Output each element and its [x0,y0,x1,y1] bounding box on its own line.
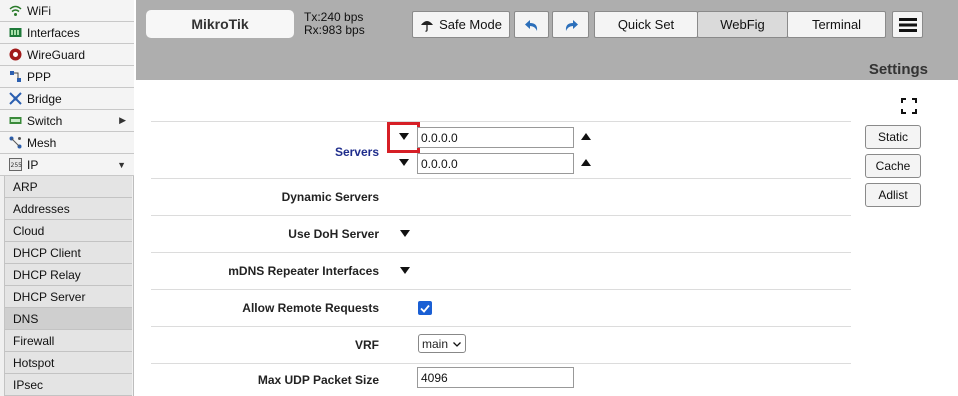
vrf-row: VRF main [151,326,851,363]
sidebar-item-switch[interactable]: Switch ▶ [0,110,134,132]
sidebar-item-wireguard[interactable]: WireGuard [0,44,134,66]
umbrella-icon [420,18,434,32]
sidebar-item-mesh[interactable]: Mesh [0,132,134,154]
wireguard-icon [8,48,22,62]
chevron-down-icon: ▼ [117,159,126,170]
doh-label: Use DoH Server [288,227,379,241]
ppp-icon [8,70,22,84]
fullscreen-icon[interactable] [901,98,917,114]
brand-logo: MikroTik [146,10,294,38]
sidebar-item-label: Interfaces [27,25,80,40]
submenu-item-arp[interactable]: ARP [4,176,132,198]
server2-input[interactable]: 0.0.0.0 [417,153,574,174]
wifi-icon [8,4,22,18]
max-udp-label: Max UDP Packet Size [257,373,379,387]
allow-remote-row: Allow Remote Requests [151,289,851,326]
sidebar-item-label: PPP [27,69,52,84]
submenu-item-ipsec[interactable]: IPsec [4,374,132,396]
sidebar-item-label: Bridge [27,91,62,106]
webfig-button[interactable]: WebFig [697,11,788,38]
servers-row: Servers 0.0.0.0 0.0.0.0 [151,121,851,178]
sidebar-item-label: IP [27,157,39,172]
submenu-item-hotspot[interactable]: Hotspot [4,352,132,374]
submenu-item-addresses[interactable]: Addresses [4,198,132,220]
page-title: Settings [868,61,928,78]
sidebar: WiFi Interfaces WireGuard PPP Bridge Swi… [0,0,134,396]
submenu-item-dhcp-server[interactable]: DHCP Server [4,286,132,308]
interfaces-icon [8,26,22,40]
undo-icon [524,18,540,32]
header-bar: MikroTik Tx:240 bps Rx:983 bps Safe Mode… [136,0,958,90]
undo-button[interactable] [514,11,549,38]
quick-set-button[interactable]: Quick Set [594,11,698,38]
doh-row: Use DoH Server [151,215,851,252]
hamburger-icon [898,17,917,32]
sidebar-item-label: WireGuard [27,47,86,62]
redo-icon [563,18,579,32]
switch-icon [8,114,22,128]
sidebar-item-label: Switch [27,113,63,128]
vrf-select[interactable]: main [418,334,467,353]
safe-mode-button[interactable]: Safe Mode [412,11,510,38]
mdns-dropdown-icon[interactable] [400,267,410,274]
servers-label: Servers [334,145,379,159]
mdns-label: mDNS Repeater Interfaces [228,264,379,278]
allow-remote-label: Allow Remote Requests [242,301,379,315]
submenu-item-dhcp-relay[interactable]: DHCP Relay [4,264,132,286]
chevron-right-icon: ▶ [119,115,126,125]
mdns-row: mDNS Repeater Interfaces [151,252,851,289]
sidebar-item-wifi[interactable]: WiFi [0,0,134,22]
submenu-item-dns[interactable]: DNS [4,308,132,330]
redo-button[interactable] [552,11,589,38]
chevron-down-icon [453,339,461,349]
cache-button[interactable]: Cache [865,154,921,178]
highlight-box [387,122,420,153]
doh-dropdown-icon[interactable] [400,230,410,237]
submenu-item-dhcp-client[interactable]: DHCP Client [4,242,132,264]
server1-input[interactable]: 0.0.0.0 [417,127,574,148]
rx-rate: Rx:983 bps [304,23,365,37]
vrf-value: main [422,336,449,351]
sidebar-item-interfaces[interactable]: Interfaces [0,22,134,44]
ip-icon: 255 [8,158,22,172]
bridge-icon [8,92,22,106]
server2-up-icon[interactable] [581,159,591,166]
max-udp-row: Max UDP Packet Size 4096 [151,363,851,396]
sidebar-item-ppp[interactable]: PPP [0,66,134,88]
sidebar-item-bridge[interactable]: Bridge [0,88,134,110]
traffic-readout: Tx:240 bps Rx:983 bps [304,11,365,37]
dynamic-servers-label: Dynamic Servers [281,190,379,204]
sidebar-item-label: Mesh [27,135,57,150]
static-button[interactable]: Static [865,125,921,149]
dynamic-servers-row: Dynamic Servers [151,178,851,215]
menu-button[interactable] [892,11,923,38]
safe-mode-label: Safe Mode [439,17,502,32]
svg-text:255: 255 [10,162,22,169]
max-udp-input[interactable]: 4096 [417,367,574,388]
terminal-button[interactable]: Terminal [787,11,886,38]
adlist-button[interactable]: Adlist [865,183,921,207]
sidebar-item-ip[interactable]: 255 IP ▼ [0,154,134,176]
allow-remote-checkbox[interactable] [418,301,432,315]
mesh-icon [8,136,22,150]
submenu-item-firewall[interactable]: Firewall [4,330,132,352]
settings-form: Servers 0.0.0.0 0.0.0.0 Dynamic Servers … [136,80,958,396]
server1-up-icon[interactable] [581,133,591,140]
server2-dropdown-icon[interactable] [399,159,409,166]
vrf-label: VRF [355,338,379,352]
submenu-item-cloud[interactable]: Cloud [4,220,132,242]
sidebar-item-label: WiFi [27,3,51,18]
